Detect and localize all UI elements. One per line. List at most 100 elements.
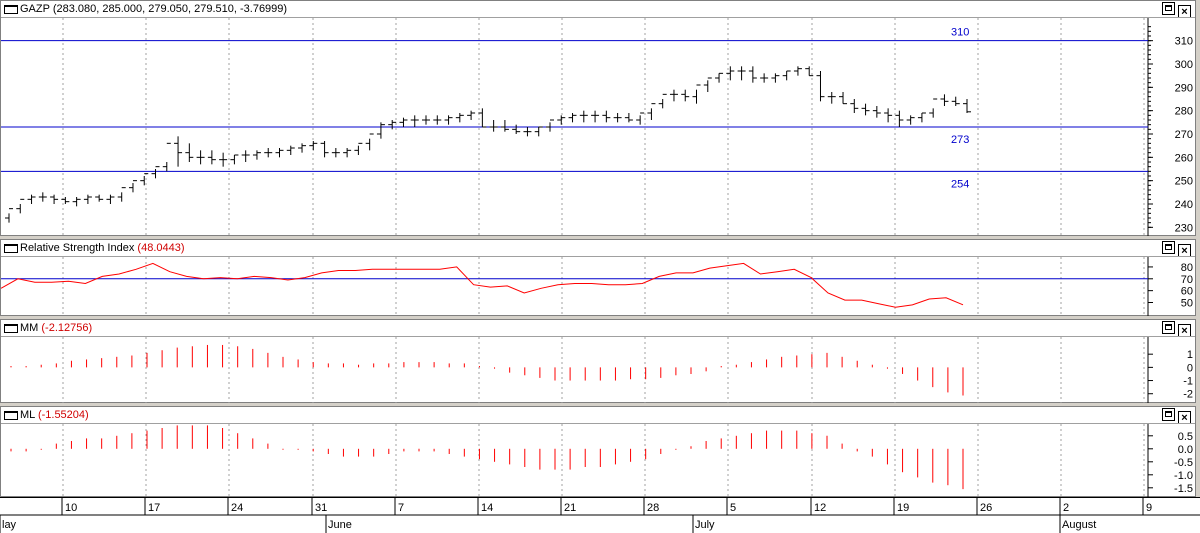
- ohlc-bar: [207, 150, 216, 165]
- mm-chart[interactable]: -2-1 01: [1, 337, 1195, 403]
- ohlc-bar: [264, 148, 273, 158]
- ohlc-bar: [602, 110, 611, 123]
- y-tick-label: 290: [1175, 82, 1193, 94]
- ohlc-bar: [760, 73, 769, 83]
- ml-value: (-1.55204): [37, 409, 89, 421]
- ohlc-bar: [669, 89, 678, 102]
- ohlc-bar: [286, 145, 295, 155]
- ohlc-bar: [534, 126, 543, 137]
- day-label: 14: [481, 502, 493, 514]
- ohlc-bar: [895, 110, 904, 127]
- day-label: 21: [564, 502, 576, 514]
- ohlc-bar: [500, 120, 509, 132]
- window-buttons: ×: [1159, 241, 1191, 256]
- ohlc-bar: [50, 194, 59, 204]
- close-button[interactable]: ×: [1178, 244, 1191, 256]
- ohlc-bar: [512, 124, 521, 134]
- rsi-panel-titlebar: Relative Strength Index (48.0443) ×: [1, 240, 1195, 257]
- ohlc-bar: [523, 127, 532, 137]
- y-tick-label: 250: [1175, 176, 1193, 188]
- ohlc-bar: [850, 99, 859, 113]
- ohlc-bar: [455, 113, 464, 123]
- day-label: 10: [65, 502, 77, 514]
- ohlc-bar: [410, 115, 419, 127]
- ohlc-bar: [309, 141, 318, 151]
- y-tick-label: 60: [1181, 286, 1193, 298]
- ohlc-bar: [692, 84, 701, 104]
- close-button[interactable]: ×: [1178, 5, 1191, 17]
- maximize-button[interactable]: [1162, 321, 1175, 334]
- maximize-button[interactable]: [1162, 2, 1175, 15]
- ml-panel: ML (-1.55204) × -1.5 -1.0 -0.5 0.0 0.5: [0, 406, 1196, 497]
- window-buttons: ×: [1159, 408, 1191, 423]
- ohlc-bar: [647, 103, 656, 120]
- ohlc-bar: [884, 108, 893, 123]
- rsi-panel: Relative Strength Index (48.0443) × 50 60…: [0, 239, 1196, 316]
- ohlc-bar: [140, 173, 149, 186]
- day-label: 17: [148, 502, 160, 514]
- ohlc-bar: [827, 92, 836, 104]
- window-icon: [4, 4, 18, 14]
- y-tick-label: 0: [1187, 362, 1193, 374]
- day-label: 5: [730, 502, 736, 514]
- ohlc-bar: [185, 143, 194, 162]
- ohlc-bar: [951, 96, 960, 106]
- ohlc-bar: [83, 194, 92, 204]
- ohlc-bar: [376, 122, 385, 139]
- ohlc-bar: [72, 197, 81, 207]
- y-tick-label: -2: [1183, 389, 1193, 401]
- ohlc-bar: [861, 103, 870, 116]
- month-label: July: [695, 519, 715, 531]
- mm-panel: MM (-2.12756) × -2 -1 0 1: [0, 319, 1196, 403]
- ohlc-bar: [557, 115, 566, 125]
- ml-chart[interactable]: -1.5-1.0-0.50.00.5: [1, 424, 1195, 497]
- ohlc-bar: [422, 115, 431, 125]
- level-label: 310: [951, 27, 969, 39]
- maximize-button[interactable]: [1162, 408, 1175, 421]
- y-tick-label: 0.5: [1178, 431, 1193, 443]
- day-label: 31: [315, 502, 327, 514]
- maximize-button[interactable]: [1162, 241, 1175, 254]
- ohlc-bar: [174, 136, 183, 167]
- ohlc-bar: [613, 113, 622, 123]
- y-tick-label: -1: [1183, 376, 1193, 388]
- ohlc-bar: [5, 208, 13, 223]
- ohlc-bar: [320, 141, 329, 158]
- ohlc-bar: [703, 77, 712, 92]
- close-button[interactable]: ×: [1178, 324, 1191, 336]
- close-button[interactable]: ×: [1178, 411, 1191, 423]
- ohlc-bar: [27, 194, 36, 204]
- rsi-chart[interactable]: 50607080: [1, 257, 1195, 316]
- y-tick-label: -1.5: [1174, 483, 1193, 495]
- ohlc-bar: [489, 120, 498, 132]
- ohlc-bar: [793, 66, 802, 76]
- ohlc-bar: [636, 112, 645, 125]
- day-label: 9: [1146, 502, 1152, 514]
- day-label: 12: [814, 502, 826, 514]
- ohlc-bar: [128, 180, 137, 193]
- mm-title: MM: [20, 322, 39, 334]
- y-tick-label: -0.5: [1174, 457, 1193, 469]
- level-label: 254: [951, 178, 969, 190]
- ohlc-bar: [545, 119, 554, 132]
- date-axis[interactable]: 10 17 24 31 7 14 21 28 5 12 19 26 2 9 lay June July Augus…: [0, 497, 1200, 533]
- y-tick-label: 260: [1175, 152, 1193, 164]
- rsi-title: Relative Strength Index: [20, 242, 135, 254]
- price-chart[interactable]: 230 240 250 260 270 280 290 300 310 310 273 254: [1, 18, 1195, 236]
- ohlc-bar: [940, 94, 949, 106]
- ohlc-readout: (283.080, 285.000, 279.050, 279.510, -3.…: [52, 3, 288, 15]
- ohlc-bar: [816, 71, 825, 102]
- ohlc-bar: [906, 115, 915, 125]
- ohlc-bar: [95, 194, 104, 202]
- ohlc-bar: [219, 152, 228, 167]
- y-tick-label: 310: [1175, 36, 1193, 48]
- ml-panel-titlebar: ML (-1.55204) ×: [1, 407, 1195, 424]
- window-icon: [4, 410, 18, 420]
- day-label: 19: [897, 502, 909, 514]
- ohlc-bar: [16, 198, 25, 214]
- y-tick-label: 1: [1187, 349, 1193, 361]
- symbol-title: GAZP: [20, 3, 50, 15]
- ohlc-bar: [681, 89, 690, 102]
- ohlc-bar: [929, 98, 938, 118]
- ohlc-bar: [196, 150, 205, 165]
